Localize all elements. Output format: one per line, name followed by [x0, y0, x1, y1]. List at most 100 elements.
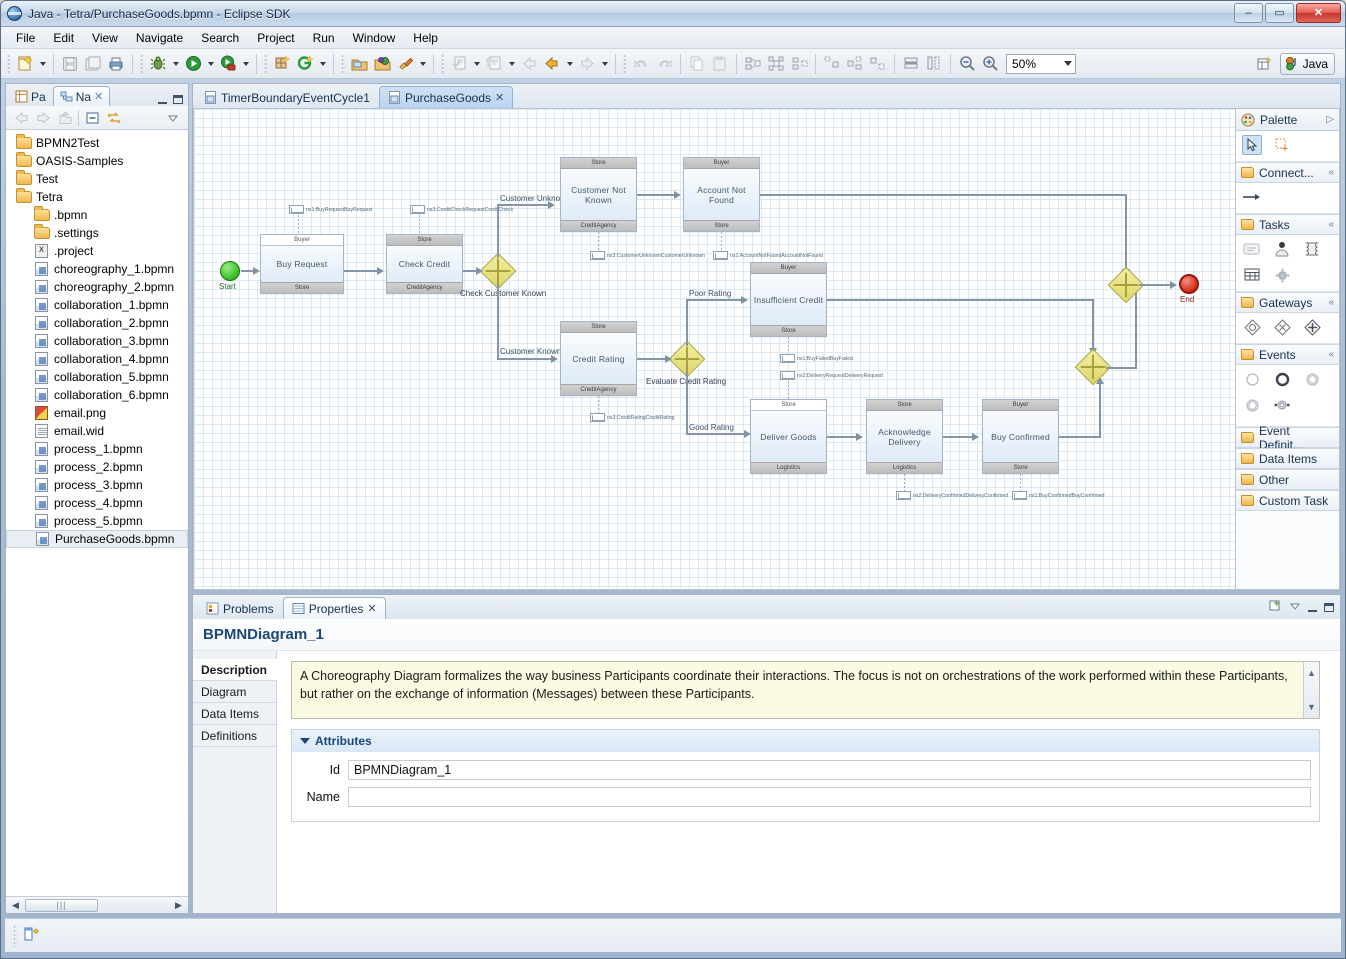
- open-perspective-icon[interactable]: [1254, 53, 1276, 75]
- tab-properties[interactable]: Properties ✕: [282, 597, 386, 619]
- redo-icon[interactable]: [653, 53, 675, 75]
- manual-task-icon[interactable]: [1242, 265, 1262, 285]
- task-acknowledge-delivery[interactable]: Store Acknowledge Delivery Logistics: [866, 399, 943, 474]
- tree-item[interactable]: .project: [6, 242, 188, 260]
- end-event[interactable]: [1179, 274, 1199, 294]
- tree-item[interactable]: process_3.bpmn: [6, 476, 188, 494]
- tab-timer-boundary-event-cycle1[interactable]: TimerBoundaryEventCycle1: [195, 86, 379, 108]
- tree-item[interactable]: choreography_2.bpmn: [6, 278, 188, 296]
- status-grip[interactable]: [13, 924, 17, 947]
- print-icon[interactable]: [105, 53, 127, 75]
- tree-item[interactable]: process_5.bpmn: [6, 512, 188, 530]
- service-task-icon[interactable]: [1272, 265, 1292, 285]
- search-icon[interactable]: [394, 53, 416, 75]
- tree-item[interactable]: collaboration_1.bpmn: [6, 296, 188, 314]
- collapse-icon[interactable]: «: [1328, 219, 1334, 230]
- scroll-thumb[interactable]: |||: [25, 898, 98, 912]
- palette-drawer-data-items[interactable]: Data Items: [1236, 448, 1339, 469]
- tab-package-explorer[interactable]: Pa: [8, 86, 53, 106]
- palette-drawer-event-definitions[interactable]: Event Definit...: [1236, 424, 1339, 452]
- properties-tab-description[interactable]: Description: [193, 659, 277, 681]
- save-all-icon[interactable]: [82, 53, 104, 75]
- scroll-right-icon[interactable]: ▶: [171, 898, 186, 912]
- file-tree[interactable]: BPMN2Test OASIS-Samples Test Tetra .bpmn .set…: [6, 130, 188, 896]
- menu-project[interactable]: Project: [248, 29, 303, 47]
- intermediate-throw-event-icon[interactable]: [1242, 395, 1262, 415]
- align-right-icon[interactable]: [788, 53, 810, 75]
- tree-item[interactable]: process_4.bpmn: [6, 494, 188, 512]
- palette-title-bar[interactable]: Palette ▷: [1236, 109, 1339, 131]
- tree-item[interactable]: .settings: [6, 224, 188, 242]
- sequence-flow-icon[interactable]: [1242, 187, 1262, 207]
- back-dropdown[interactable]: [564, 53, 575, 75]
- menu-search[interactable]: Search: [192, 29, 248, 47]
- palette-drawer-tasks[interactable]: Tasks «: [1236, 214, 1339, 235]
- tree-item[interactable]: email.wid: [6, 422, 188, 440]
- properties-tab-definitions[interactable]: Definitions: [193, 725, 276, 747]
- tree-item[interactable]: collaboration_4.bpmn: [6, 350, 188, 368]
- exclusive-gateway-icon[interactable]: [1242, 317, 1262, 337]
- collapse-icon[interactable]: «: [1328, 167, 1334, 178]
- abstract-task-icon[interactable]: [1242, 239, 1262, 259]
- new-java-package-icon[interactable]: [271, 53, 293, 75]
- tree-item[interactable]: email.png: [6, 404, 188, 422]
- close-button[interactable]: ✕: [1296, 3, 1341, 23]
- debug-icon[interactable]: [147, 53, 169, 75]
- task-check-credit[interactable]: Store Check Credit CreditAgency: [386, 234, 463, 294]
- undo-icon[interactable]: [630, 53, 652, 75]
- task-credit-rating[interactable]: Store Credit Rating CreditAgency: [560, 321, 637, 396]
- run-dropdown[interactable]: [205, 53, 216, 75]
- marquee-tool-icon[interactable]: [1272, 135, 1292, 155]
- align-bottom-icon[interactable]: [867, 53, 889, 75]
- tree-item[interactable]: collaboration_6.bpmn: [6, 386, 188, 404]
- align-center-icon[interactable]: [765, 53, 787, 75]
- tree-item[interactable]: Test: [6, 170, 188, 188]
- task-customer-not-known[interactable]: Store Customer Not Known CreditAgency: [560, 157, 637, 232]
- open-task-icon[interactable]: [371, 53, 393, 75]
- tree-item[interactable]: collaboration_5.bpmn: [6, 368, 188, 386]
- description-scrollbar[interactable]: ▲ ▼: [1303, 662, 1319, 718]
- palette-drawer-gateways[interactable]: Gateways «: [1236, 292, 1339, 313]
- palette-drawer-custom-task[interactable]: Custom Task: [1236, 490, 1339, 511]
- collapse-all-icon[interactable]: [83, 109, 101, 127]
- toolbar-grip[interactable]: [623, 53, 627, 74]
- close-icon[interactable]: ✕: [495, 91, 504, 104]
- minimize-view-icon[interactable]: [1308, 603, 1317, 612]
- tree-item[interactable]: collaboration_3.bpmn: [6, 332, 188, 350]
- new-wizard-dropdown[interactable]: [37, 53, 48, 75]
- forward-icon[interactable]: [541, 53, 563, 75]
- properties-tab-data-items[interactable]: Data Items: [193, 703, 276, 725]
- view-menu-icon[interactable]: [164, 109, 182, 127]
- scroll-down-icon[interactable]: ▼: [1307, 698, 1316, 716]
- pin-icon[interactable]: [1268, 599, 1282, 616]
- match-width-icon[interactable]: [900, 53, 922, 75]
- end-event-icon[interactable]: [1272, 369, 1292, 389]
- task-buy-request[interactable]: Buyer Buy Request Store: [260, 234, 344, 294]
- zoom-out-icon[interactable]: [956, 53, 978, 75]
- next-annotation-dropdown[interactable]: [471, 53, 482, 75]
- close-icon[interactable]: ✕: [367, 602, 376, 615]
- up-icon[interactable]: [56, 109, 74, 127]
- script-task-icon[interactable]: [1302, 239, 1322, 259]
- previous-annotation-icon[interactable]: [483, 53, 505, 75]
- new-java-class-dropdown[interactable]: [317, 53, 328, 75]
- align-middle-icon[interactable]: [844, 53, 866, 75]
- menu-help[interactable]: Help: [404, 29, 447, 47]
- palette-drawer-events[interactable]: Events «: [1236, 344, 1339, 365]
- scroll-left-icon[interactable]: ◀: [8, 898, 23, 912]
- name-field[interactable]: [348, 787, 1311, 807]
- run-icon[interactable]: [182, 53, 204, 75]
- perspective-java-button[interactable]: Java: [1279, 52, 1335, 75]
- tree-item[interactable]: process_2.bpmn: [6, 458, 188, 476]
- toolbar-grip[interactable]: [441, 53, 445, 74]
- menu-window[interactable]: Window: [344, 29, 405, 47]
- collapse-icon[interactable]: «: [1328, 349, 1334, 360]
- start-event-icon[interactable]: [1242, 369, 1262, 389]
- task-insufficient-credit[interactable]: Buyer Insufficient Credit Store: [750, 262, 827, 337]
- tree-item[interactable]: .bpmn: [6, 206, 188, 224]
- tree-item[interactable]: collaboration_2.bpmn: [6, 314, 188, 332]
- attributes-header[interactable]: Attributes: [292, 730, 1319, 752]
- tree-item[interactable]: process_1.bpmn: [6, 440, 188, 458]
- tree-item[interactable]: Tetra: [6, 188, 188, 206]
- new-java-class-icon[interactable]: [294, 53, 316, 75]
